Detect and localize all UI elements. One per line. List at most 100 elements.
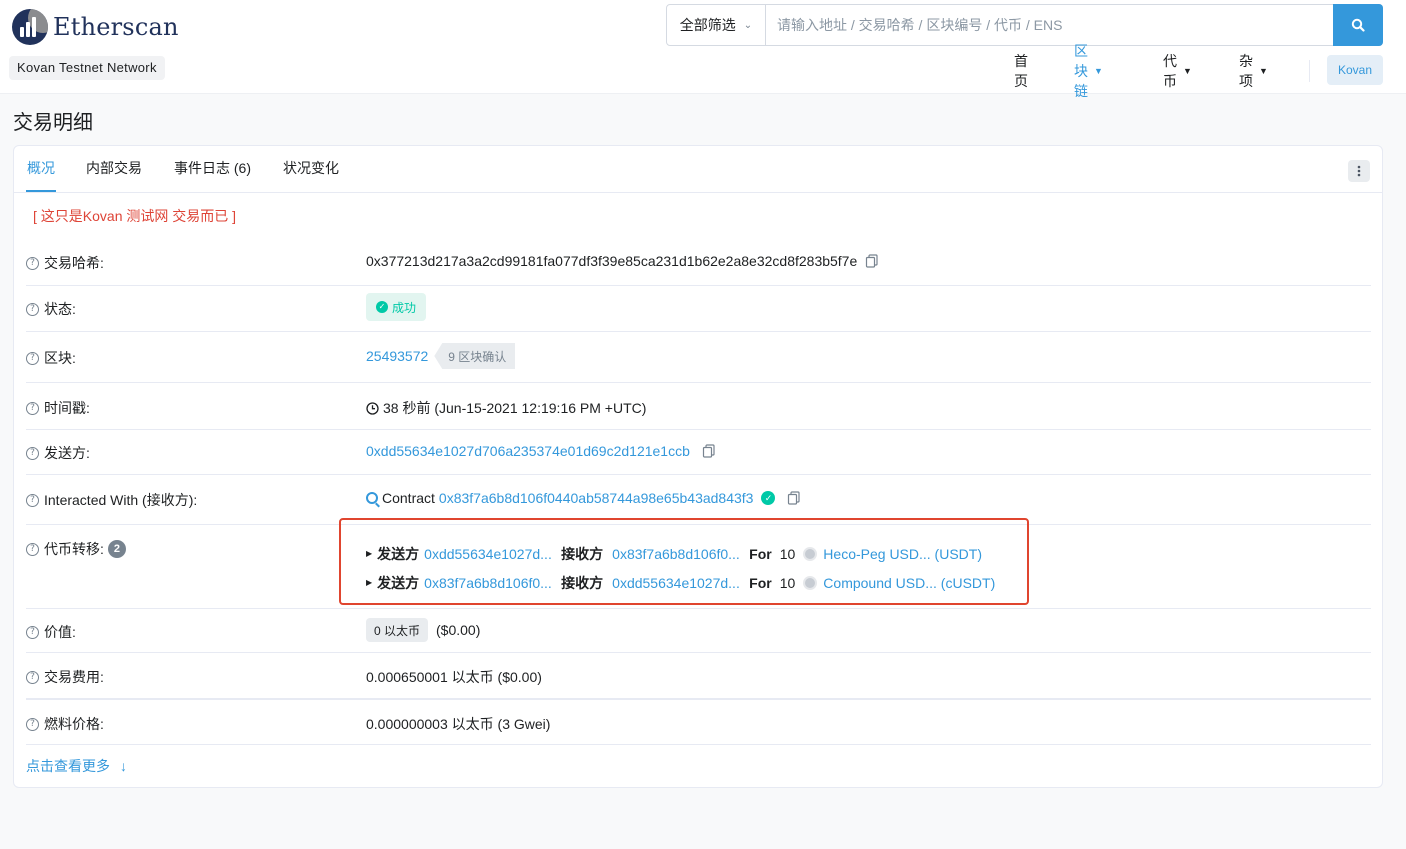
row-token-transfers: ? 代币转移: 2 ▶ 发送方 0xdd55634e1027d... 接收方 0… [26, 525, 1371, 609]
row-timestamp: ? 时间戳: 38 秒前 (Jun-15-2021 12:19:16 PM +U… [26, 383, 1371, 430]
block-value-wrap: 25493572 9 区块确认 [366, 343, 516, 369]
contract-search-icon[interactable] [366, 492, 378, 504]
nav-misc[interactable]: 杂项 ▼ [1239, 53, 1268, 89]
search-filter-select[interactable]: 全部筛选 ⌄ [667, 5, 766, 45]
caret-right-icon[interactable]: ▶ [366, 578, 372, 587]
from-label: 发送方: [44, 445, 90, 461]
tx-hash-value-wrap: 0x377213d217a3a2cd99181fa077df3f39e85ca2… [366, 253, 879, 269]
tab-overview[interactable]: 概况 [26, 146, 56, 192]
transfer-amount: 10 [779, 574, 796, 591]
status-label: 状态: [44, 301, 76, 317]
transfer-to-address[interactable]: 0x83f7a6b8d106f0... [612, 546, 742, 562]
tab-internal-txns[interactable]: 内部交易 [86, 146, 142, 192]
block-label: 区块: [44, 350, 76, 366]
timestamp-label: 时间戳: [44, 400, 90, 416]
caret-right-icon[interactable]: ▶ [366, 549, 372, 558]
value-value-wrap: 0 以太币 ($0.00) [366, 618, 480, 642]
transaction-card: 概况 内部交易 事件日志 (6) 状况变化 [ 这只是Kovan 测试网 交易而… [13, 145, 1383, 788]
to-label: Interacted With (接收方): [44, 492, 198, 508]
question-circle-icon[interactable]: ? [26, 717, 39, 731]
testnet-warning: [ 这只是Kovan 测试网 交易而已 ] [33, 208, 237, 224]
token-transfers-count-badge: 2 [107, 540, 126, 558]
question-circle-icon[interactable]: ? [26, 351, 39, 365]
logo-text: Etherscan [53, 13, 179, 41]
token-transfers-label: 代币转移: [44, 541, 104, 557]
token-transfer-item: ▶ 发送方 0x83f7a6b8d106f0... 接收方 0xdd55634e… [366, 568, 995, 597]
gas-price-value: 0.000000003 以太币 (3 Gwei) [366, 716, 551, 732]
question-circle-icon[interactable]: ? [26, 302, 39, 316]
status-badge: ✓ 成功 [366, 293, 427, 321]
chevron-down-icon: ▼ [1183, 66, 1192, 76]
transfer-to-label: 接收方 [561, 574, 604, 591]
vertical-dots-icon [1357, 165, 1361, 177]
timestamp-label-wrap: ? 时间戳: [26, 398, 90, 418]
nav-home[interactable]: 首页 [1014, 53, 1028, 89]
token-coin-icon [803, 575, 818, 590]
copy-icon[interactable] [865, 254, 879, 268]
tab-event-logs[interactable]: 事件日志 (6) [174, 146, 251, 192]
gas-price-label-wrap: ? 燃料价格: [26, 714, 104, 734]
token-transfer-list: ▶ 发送方 0xdd55634e1027d... 接收方 0x83f7a6b8d… [366, 539, 995, 597]
value-label: 价值: [44, 624, 76, 640]
etherscan-logo[interactable]: Etherscan [12, 9, 179, 45]
transfer-token-link[interactable]: Heco-Peg USD... (USDT) [823, 546, 982, 562]
search-button[interactable] [1333, 4, 1383, 46]
search-bar: 全部筛选 ⌄ [666, 4, 1383, 46]
block-number-link[interactable]: 25493572 [366, 348, 428, 364]
nav-misc-label: 杂项 [1239, 53, 1253, 89]
nav-tokens[interactable]: 代币 ▼ [1163, 53, 1192, 89]
to-label-wrap: ? Interacted With (接收方): [26, 490, 197, 510]
question-circle-icon[interactable]: ? [26, 542, 39, 556]
page-title: 交易明细 [13, 112, 93, 134]
tab-bar: 概况 内部交易 事件日志 (6) 状况变化 [14, 146, 1382, 193]
question-circle-icon[interactable]: ? [26, 670, 39, 684]
question-circle-icon[interactable]: ? [26, 401, 39, 415]
question-circle-icon[interactable]: ? [26, 625, 39, 639]
check-circle-icon: ✓ [376, 301, 388, 313]
fee-value: 0.000650001 以太币 ($0.00) [366, 669, 542, 685]
tx-hash-value: 0x377213d217a3a2cd99181fa077df3f39e85ca2… [366, 253, 858, 269]
question-circle-icon[interactable]: ? [26, 493, 39, 507]
row-gas-price: ? 燃料价格: 0.000000003 以太币 (3 Gwei) [26, 699, 1371, 745]
from-address-link[interactable]: 0xdd55634e1027d706a235374e01d69c2d121e1c… [366, 443, 690, 459]
row-interacted-with: ? Interacted With (接收方): Contract 0x83f7… [26, 475, 1371, 525]
copy-icon[interactable] [787, 491, 801, 505]
more-options-button[interactable] [1348, 160, 1370, 182]
see-more-label: 点击查看更多 [26, 758, 110, 774]
row-value: ? 价值: 0 以太币 ($0.00) [26, 609, 1371, 653]
value-label-wrap: ? 价值: [26, 622, 76, 642]
status-value-wrap: ✓ 成功 [366, 293, 427, 321]
row-tx-hash: ? 交易哈希: 0x377213d217a3a2cd99181fa077df3f… [26, 240, 1371, 286]
transfer-token-link[interactable]: Compound USD... (cUSDT) [823, 575, 995, 591]
nav-divider [1309, 60, 1310, 82]
search-input[interactable] [766, 5, 1333, 45]
gas-price-label: 燃料价格: [44, 716, 104, 732]
contract-prefix: Contract [382, 490, 435, 506]
transfer-from-address[interactable]: 0x83f7a6b8d106f0... [424, 575, 554, 591]
nav-tokens-label: 代币 [1163, 53, 1177, 89]
block-label-wrap: ? 区块: [26, 348, 76, 368]
row-fee: ? 交易费用: 0.000650001 以太币 ($0.00) [26, 653, 1371, 699]
token-transfers-label-wrap: ? 代币转移: 2 [26, 539, 126, 559]
row-status: ? 状态: ✓ 成功 [26, 286, 1371, 332]
transfer-from-address[interactable]: 0xdd55634e1027d... [424, 546, 554, 562]
tx-hash-label: 交易哈希: [44, 255, 104, 271]
copy-icon[interactable] [702, 444, 716, 458]
transfer-to-address[interactable]: 0xdd55634e1027d... [612, 575, 742, 591]
question-circle-icon[interactable]: ? [26, 256, 39, 270]
nav-blockchain[interactable]: 区块链 ▼ [1074, 43, 1103, 99]
token-coin-icon [803, 546, 818, 561]
search-icon [1351, 18, 1365, 32]
network-switch-button[interactable]: Kovan [1327, 55, 1383, 85]
transfer-from-label: 发送方 [377, 574, 420, 591]
question-circle-icon[interactable]: ? [26, 446, 39, 460]
fee-label-wrap: ? 交易费用: [26, 667, 104, 687]
arrow-down-icon: ↓ [120, 758, 127, 774]
contract-address-link[interactable]: 0x83f7a6b8d106f0440ab58744a98e65b43ad843… [439, 490, 754, 506]
from-label-wrap: ? 发送方: [26, 443, 90, 463]
usd-value: ($0.00) [436, 622, 481, 638]
chevron-down-icon: ▼ [1094, 66, 1103, 76]
tab-state-changes[interactable]: 状况变化 [283, 146, 339, 192]
token-transfer-item: ▶ 发送方 0xdd55634e1027d... 接收方 0x83f7a6b8d… [366, 539, 995, 568]
see-more-link[interactable]: 点击查看更多 ↓ [26, 756, 127, 776]
